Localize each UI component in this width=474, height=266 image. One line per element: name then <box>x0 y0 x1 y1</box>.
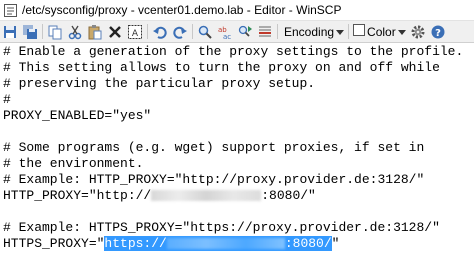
http-proxy-prefix: HTTP_PROXY="http:// <box>3 188 152 203</box>
encoding-label: Encoding <box>284 24 335 39</box>
window-title: /etc/sysconfig/proxy - vcenter01.demo.la… <box>22 3 342 17</box>
editor-line: PROXY_ENABLED="yes" <box>3 108 152 123</box>
toolbar-separator <box>147 24 148 39</box>
chevron-down-icon <box>397 25 406 39</box>
save-all-icon[interactable] <box>20 22 40 42</box>
chevron-down-icon <box>336 25 345 39</box>
editor-line: # Example: HTTPS_PROXY="https://proxy.pr… <box>3 220 440 235</box>
selected-scheme: https:// <box>104 236 167 251</box>
encoding-dropdown[interactable]: Encoding <box>280 22 346 42</box>
redacted-host <box>166 238 285 250</box>
find-next-icon[interactable] <box>235 22 255 42</box>
winscp-icon <box>4 3 17 17</box>
editor-line-https-proxy: HTTPS_PROXY="https:// :8080/" <box>3 236 463 252</box>
copy-icon[interactable] <box>45 22 65 42</box>
https-proxy-suffix: " <box>331 236 340 251</box>
svg-text:ac: ac <box>223 33 231 40</box>
select-all-icon[interactable]: A <box>125 22 145 42</box>
color-dropdown[interactable]: Color <box>351 22 408 42</box>
svg-text:?: ? <box>435 28 441 39</box>
color-label: Color <box>367 24 396 39</box>
toolbar-separator <box>277 24 278 39</box>
https-proxy-prefix: HTTPS_PROXY=" <box>3 236 105 251</box>
redacted-host <box>151 190 262 202</box>
text-editor[interactable]: # Enable a generation of the proxy setti… <box>0 43 474 266</box>
editor-line: # Example: HTTP_PROXY="http://proxy.prov… <box>3 172 425 187</box>
editor-window: /etc/sysconfig/proxy - vcenter01.demo.la… <box>0 0 474 266</box>
editor-line: # preserving the particular proxy setup. <box>3 76 316 91</box>
save-icon[interactable] <box>0 22 20 42</box>
selected-port: :8080/ <box>284 236 332 251</box>
toolbar-separator <box>42 24 43 39</box>
help-icon[interactable]: ? <box>428 22 448 42</box>
http-proxy-suffix: :8080/" <box>261 188 316 203</box>
editor-line-http-proxy: HTTP_PROXY="http:// :8080/" <box>3 188 463 204</box>
editor-line: # Enable a generation of the proxy setti… <box>3 44 464 59</box>
go-to-line-icon[interactable] <box>255 22 275 42</box>
toolbar: A ab ac Encoding Color ? <box>0 21 474 43</box>
redo-icon[interactable] <box>170 22 190 42</box>
find-icon[interactable] <box>195 22 215 42</box>
editor-line: # <box>3 92 11 107</box>
paste-icon[interactable] <box>85 22 105 42</box>
editor-line: # This setting allows to turn the proxy … <box>3 60 440 75</box>
toolbar-separator <box>348 24 350 39</box>
replace-icon[interactable]: ab ac <box>215 22 235 42</box>
delete-icon[interactable] <box>105 22 125 42</box>
text-selection: https:// :8080/ <box>104 236 332 251</box>
gear-icon[interactable] <box>408 22 428 42</box>
editor-line: # the environment. <box>3 156 144 171</box>
color-swatch-icon <box>353 24 366 39</box>
cut-icon[interactable] <box>65 22 85 42</box>
editor-line: # Some programs (e.g. wget) support prox… <box>3 140 425 155</box>
toolbar-separator <box>192 24 193 39</box>
undo-icon[interactable] <box>150 22 170 42</box>
svg-text:A: A <box>132 29 139 39</box>
editor-lines: # Enable a generation of the proxy setti… <box>3 44 463 266</box>
title-bar: /etc/sysconfig/proxy - vcenter01.demo.la… <box>0 0 474 21</box>
